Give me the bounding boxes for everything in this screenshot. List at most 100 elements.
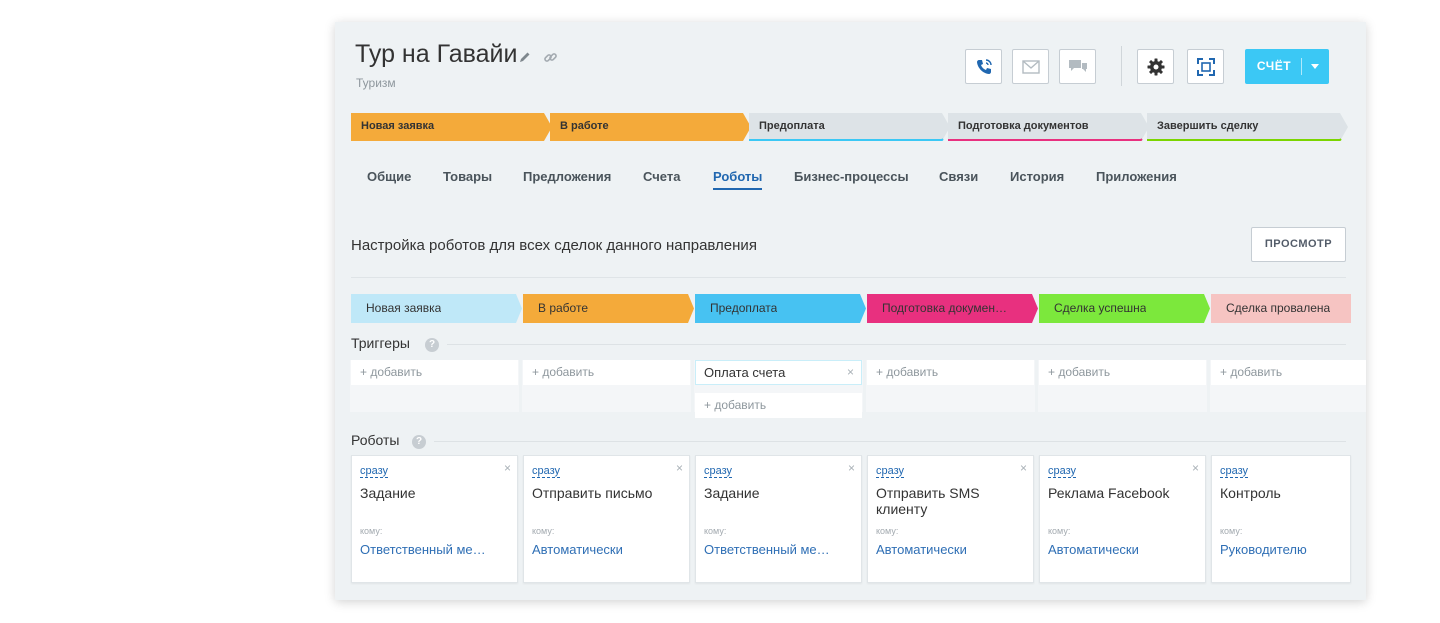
robot-name: Отправить SMS клиенту bbox=[876, 485, 980, 517]
help-icon[interactable]: ? bbox=[412, 435, 426, 449]
robot-recipient-label: кому: bbox=[704, 526, 727, 536]
scan-button[interactable] bbox=[1187, 49, 1224, 84]
preview-button[interactable]: ПРОСМОТР bbox=[1251, 227, 1346, 262]
toolbar-divider bbox=[1121, 46, 1122, 86]
robot-name: Контроль bbox=[1220, 485, 1281, 501]
tab-2[interactable]: Предложения bbox=[523, 169, 611, 184]
mail-icon bbox=[1021, 59, 1040, 74]
robots-section-title: Настройка роботов для всех сделок данног… bbox=[351, 237, 757, 254]
robot-delay-link[interactable]: сразу bbox=[704, 465, 733, 478]
robots-row-line bbox=[434, 441, 1346, 442]
link-icon[interactable] bbox=[543, 50, 558, 65]
robots-title: Роботы bbox=[351, 432, 400, 448]
trigger-label: Оплата счета bbox=[704, 365, 786, 380]
add-trigger-button[interactable]: + добавить bbox=[867, 360, 1034, 385]
robot-delay-link[interactable]: сразу bbox=[360, 465, 389, 478]
robot-card[interactable]: сразу Контроль кому: Руководителю bbox=[1211, 455, 1351, 583]
settings-button[interactable] bbox=[1137, 49, 1174, 84]
email-button[interactable] bbox=[1012, 49, 1049, 84]
add-trigger-button[interactable]: + добавить bbox=[1211, 360, 1366, 385]
robot-name: Реклама Facebook bbox=[1048, 485, 1170, 501]
robot-stage-label: Подготовка докумен… bbox=[882, 301, 1007, 315]
tab-6[interactable]: Связи bbox=[939, 169, 978, 184]
chevron-down-icon[interactable] bbox=[1311, 64, 1319, 69]
add-trigger-button[interactable]: + добавить bbox=[523, 360, 690, 385]
robot-recipient-label: кому: bbox=[1220, 526, 1243, 536]
close-icon[interactable]: × bbox=[504, 461, 511, 475]
robot-stage-label: Сделка успешна bbox=[1054, 301, 1147, 315]
robot-name: Задание bbox=[704, 485, 760, 501]
robot-stage: В работе bbox=[523, 294, 694, 323]
add-trigger-button[interactable]: + добавить bbox=[1039, 360, 1206, 385]
robot-name: Задание bbox=[360, 485, 416, 501]
robot-recipient[interactable]: Автоматически bbox=[876, 542, 1028, 557]
chat-icon bbox=[1068, 59, 1087, 72]
robot-stage: Подготовка докумен… bbox=[867, 294, 1038, 323]
robot-recipient-label: кому: bbox=[532, 526, 555, 536]
deal-category: Туризм bbox=[356, 76, 396, 90]
robot-stage: Сделка успешна bbox=[1039, 294, 1210, 323]
tab-3[interactable]: Счета bbox=[643, 169, 680, 184]
robot-delay-link[interactable]: сразу bbox=[1220, 465, 1249, 478]
add-trigger-button[interactable]: + добавить bbox=[695, 393, 862, 418]
tab-5[interactable]: Бизнес-процессы bbox=[794, 169, 909, 184]
pipeline-stage[interactable]: Предоплата bbox=[749, 113, 950, 141]
robot-recipient[interactable]: Руководителю bbox=[1220, 542, 1366, 557]
robot-card[interactable]: сразу × Реклама Facebook кому: Автоматически bbox=[1039, 455, 1206, 583]
account-label: СЧЁТ bbox=[1256, 59, 1292, 73]
pipeline-stage[interactable]: Подготовка документов bbox=[948, 113, 1149, 141]
robot-delay-link[interactable]: сразу bbox=[1048, 465, 1077, 478]
chat-button[interactable] bbox=[1059, 49, 1096, 84]
robot-stage: Новая заявка bbox=[351, 294, 522, 323]
robot-card[interactable]: сразу × Задание кому: Ответственный ме… bbox=[695, 455, 862, 583]
pipeline-stage[interactable]: Новая заявка bbox=[351, 113, 552, 141]
close-icon[interactable]: × bbox=[848, 461, 855, 475]
robot-stage-label: Новая заявка bbox=[366, 301, 442, 315]
robot-card[interactable]: сразу × Задание кому: Ответственный ме… bbox=[351, 455, 518, 583]
section-divider bbox=[351, 277, 1346, 278]
account-separator bbox=[1301, 58, 1302, 75]
stage-label: Подготовка документов bbox=[958, 120, 1089, 132]
phone-icon bbox=[976, 58, 992, 74]
close-icon[interactable]: × bbox=[1020, 461, 1027, 475]
robot-stage: Сделка провалена bbox=[1211, 294, 1351, 323]
pipeline-stage[interactable]: В работе bbox=[550, 113, 751, 141]
tab-4[interactable]: Роботы bbox=[713, 169, 763, 190]
add-trigger-button[interactable]: + добавить bbox=[351, 360, 518, 385]
close-icon[interactable]: × bbox=[847, 361, 854, 384]
robot-stage-label: В работе bbox=[538, 301, 589, 315]
stage-label: Новая заявка bbox=[361, 120, 435, 132]
robot-stage: Предоплата bbox=[695, 294, 866, 323]
robot-recipient[interactable]: Автоматически bbox=[532, 542, 684, 557]
triggers-row-line bbox=[447, 344, 1346, 345]
robot-recipient[interactable]: Ответственный ме… bbox=[704, 542, 856, 557]
robot-stage-label: Предоплата bbox=[710, 301, 778, 315]
pencil-icon[interactable] bbox=[518, 50, 532, 64]
tab-0[interactable]: Общие bbox=[367, 169, 411, 184]
robot-name: Отправить письмо bbox=[532, 485, 653, 501]
robot-delay-link[interactable]: сразу bbox=[876, 465, 905, 478]
pipeline-stage[interactable]: Завершить сделку bbox=[1147, 113, 1348, 141]
robot-recipient[interactable]: Ответственный ме… bbox=[360, 542, 512, 557]
close-icon[interactable]: × bbox=[676, 461, 683, 475]
robot-recipient-label: кому: bbox=[360, 526, 383, 536]
trigger-item[interactable]: Оплата счета × bbox=[695, 360, 862, 385]
account-button[interactable]: СЧЁТ bbox=[1245, 49, 1329, 84]
stage-label: Предоплата bbox=[759, 120, 825, 132]
help-icon[interactable]: ? bbox=[425, 338, 439, 352]
stage-label: Завершить сделку bbox=[1157, 120, 1259, 132]
robot-recipient-label: кому: bbox=[1048, 526, 1071, 536]
robot-card[interactable]: сразу × Отправить SMS клиенту кому: Автомати… bbox=[867, 455, 1034, 583]
robot-delay-link[interactable]: сразу bbox=[532, 465, 561, 478]
robot-stage-label: Сделка провалена bbox=[1226, 301, 1331, 315]
tab-1[interactable]: Товары bbox=[443, 169, 492, 184]
robot-card[interactable]: сразу × Отправить письмо кому: Автоматически bbox=[523, 455, 690, 583]
tab-7[interactable]: История bbox=[1010, 169, 1064, 184]
close-icon[interactable]: × bbox=[1192, 461, 1199, 475]
tab-8[interactable]: Приложения bbox=[1096, 169, 1177, 184]
robot-recipient[interactable]: Автоматически bbox=[1048, 542, 1200, 557]
call-button[interactable] bbox=[965, 49, 1002, 84]
robot-recipient-label: кому: bbox=[876, 526, 899, 536]
stage-label: В работе bbox=[560, 120, 609, 132]
scan-icon bbox=[1196, 57, 1215, 76]
